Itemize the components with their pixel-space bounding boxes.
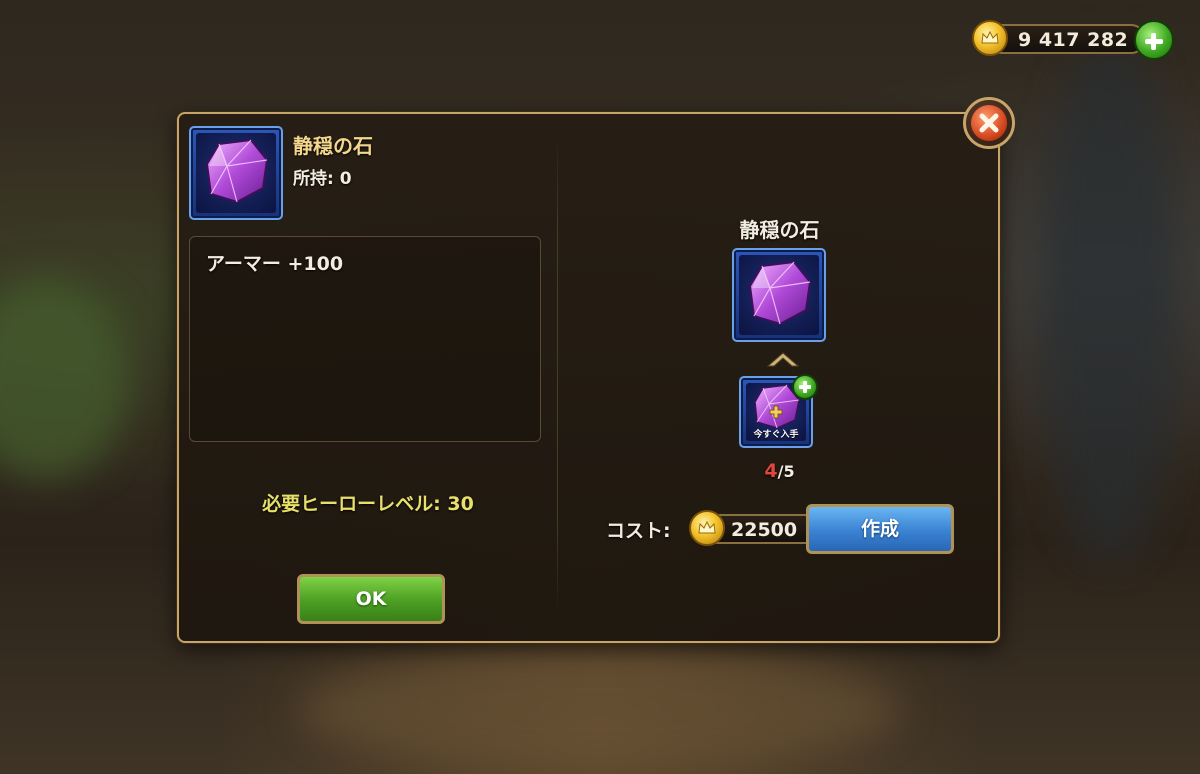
material-required: /5 [777, 462, 795, 481]
background-scene [0, 280, 130, 480]
background-scene [1040, 40, 1180, 560]
gold-amount: 9 417 282 [1018, 29, 1129, 51]
add-gold-button[interactable] [1134, 20, 1174, 60]
gold-amount-pill: 9 417 282 [986, 24, 1146, 54]
ok-button[interactable]: OK [297, 574, 445, 624]
cost-label: コスト: [606, 520, 671, 542]
puzzle-piece-icon [769, 405, 783, 419]
purple-gem-icon [748, 260, 812, 326]
craft-result-name: 静穏の石 [739, 218, 820, 242]
owned-count: 所持: 0 [293, 169, 352, 189]
item-detail-dialog: 静穏の石 所持: 0 アーマー +100 必要ヒーローレベル: 30 OK 静穏… [177, 112, 1000, 643]
get-material-button[interactable] [792, 374, 818, 400]
item-name: 静穏の石 [293, 134, 373, 158]
material-current: 4 [764, 460, 778, 482]
item-stat: アーマー +100 [206, 253, 344, 275]
get-now-label: 今すぐ入手 [753, 430, 799, 440]
item-icon-frame [189, 126, 283, 220]
craft-button[interactable]: 作成 [806, 504, 954, 554]
plus-icon [1151, 33, 1156, 50]
gold-coin-icon [972, 20, 1008, 56]
required-hero-level: 必要ヒーローレベル: 30 [262, 493, 474, 515]
gold-coin-icon [689, 510, 725, 546]
background-scene [300, 650, 900, 770]
item-description-box: アーマー +100 [189, 236, 541, 442]
close-button[interactable] [963, 97, 1015, 149]
dialog-divider [557, 134, 558, 614]
chevron-up-icon [766, 352, 800, 367]
purple-gem-icon [205, 138, 269, 204]
close-icon [979, 113, 999, 133]
plus-icon [803, 381, 807, 393]
cost-value: 22500 [731, 519, 798, 541]
craft-result-icon-frame [732, 248, 826, 342]
material-progress: 4/5 [557, 460, 1002, 482]
gold-currency-bar: 9 417 282 [972, 20, 1174, 60]
